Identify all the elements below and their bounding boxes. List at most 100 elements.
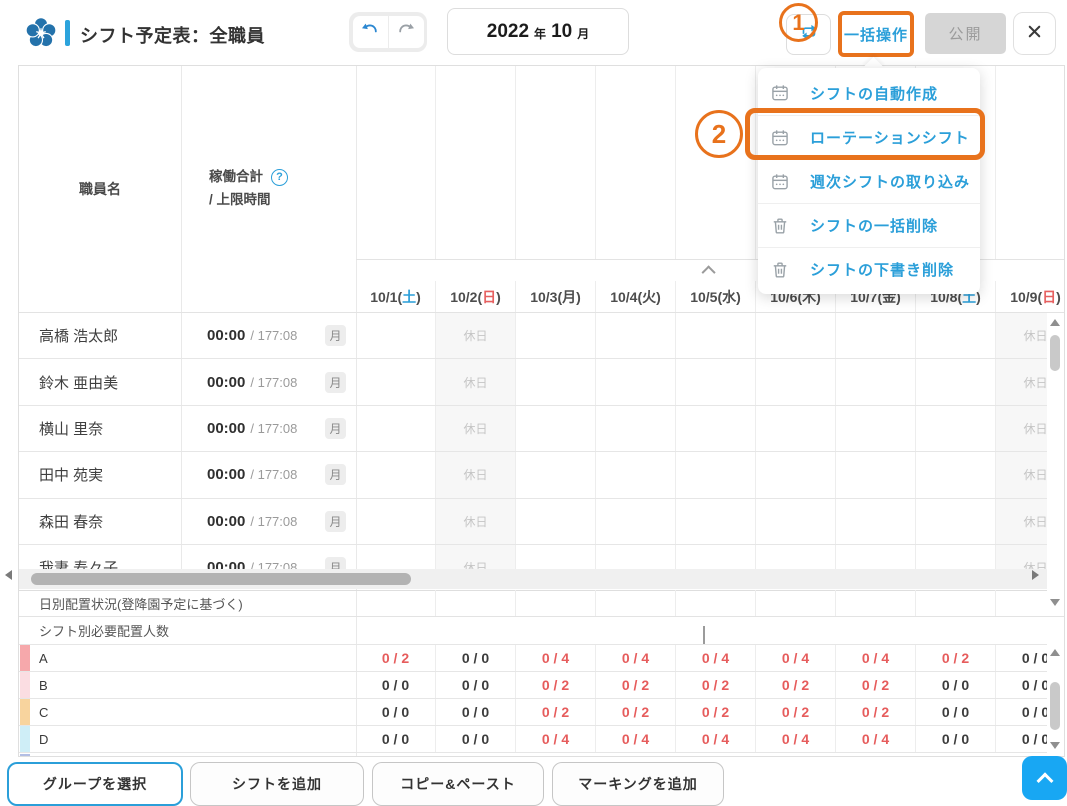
- shift-cell[interactable]: [516, 545, 596, 570]
- shift-cell[interactable]: [516, 499, 596, 544]
- shift-cell[interactable]: [596, 359, 676, 404]
- scroll-up-arrow[interactable]: [1050, 319, 1060, 326]
- scroll-down-arrow[interactable]: [1050, 599, 1060, 606]
- shift-cell[interactable]: [756, 406, 836, 451]
- shift-cell[interactable]: [516, 359, 596, 404]
- shift-cell[interactable]: [356, 545, 436, 570]
- staff-name: 高橋 浩太郎: [19, 313, 181, 358]
- shift-cell[interactable]: [916, 499, 996, 544]
- date-header-cell: 10/2(日): [436, 281, 516, 312]
- shift-cell[interactable]: [516, 313, 596, 358]
- shift-cell[interactable]: [836, 406, 916, 451]
- collapse-bottom-control[interactable]: [703, 626, 705, 644]
- daily-status-label: 日別配置状況(登降園予定に基づく): [19, 594, 243, 613]
- shift-cell[interactable]: [916, 545, 996, 570]
- help-icon[interactable]: ?: [271, 169, 288, 186]
- redo-button[interactable]: [389, 16, 424, 48]
- scroll-down-arrow[interactable]: [1050, 742, 1060, 749]
- shift-cell[interactable]: [676, 452, 756, 497]
- shift-cell[interactable]: [356, 313, 436, 358]
- shift-requirement-rows: A0 / 20 / 00 / 40 / 40 / 40 / 40 / 40 / …: [19, 644, 1064, 752]
- shift-cell[interactable]: [756, 545, 836, 570]
- shift-cell[interactable]: 休日: [436, 545, 516, 570]
- scroll-to-top-button[interactable]: [1022, 756, 1067, 800]
- required-staff-label: シフト別必要配置人数: [19, 621, 169, 640]
- shift-cell[interactable]: [916, 406, 996, 451]
- shift-cell[interactable]: [596, 499, 676, 544]
- date-header-cell: 10/3(月): [516, 281, 596, 312]
- tab-3[interactable]: コピー&ペースト: [372, 762, 544, 806]
- period-selector[interactable]: 2022 年 10 月: [447, 8, 629, 55]
- shift-cell[interactable]: [756, 499, 836, 544]
- shift-cell[interactable]: [356, 359, 436, 404]
- shift-cell[interactable]: [356, 406, 436, 451]
- empty-header-cell: [996, 66, 1065, 259]
- shift-cell[interactable]: [676, 545, 756, 570]
- staffing-value: 0 / 4: [516, 645, 596, 671]
- menu-item-5[interactable]: シフトの下書き削除: [758, 247, 980, 291]
- staff-total: 00:00/ 177:08月: [181, 359, 356, 404]
- scroll-left-arrow[interactable]: [5, 570, 12, 580]
- shift-cell[interactable]: [596, 313, 676, 358]
- shift-color-marker: [20, 726, 30, 752]
- menu-item-3[interactable]: 週次シフトの取り込み: [758, 159, 980, 203]
- shift-cell[interactable]: [596, 545, 676, 570]
- bottom-vertical-scrollbar[interactable]: [1047, 644, 1064, 756]
- shift-requirement-row: D0 / 00 / 00 / 40 / 40 / 40 / 40 / 40 / …: [19, 725, 1064, 752]
- shift-cell[interactable]: [676, 406, 756, 451]
- shift-cell[interactable]: [676, 359, 756, 404]
- shift-cell[interactable]: [836, 359, 916, 404]
- staff-row: 高橋 浩太郎00:00/ 177:08月休日休日: [19, 313, 1064, 359]
- shift-cell[interactable]: [356, 499, 436, 544]
- shift-cell[interactable]: [916, 313, 996, 358]
- shift-cell[interactable]: [836, 452, 916, 497]
- vertical-scrollbar-thumb[interactable]: [1050, 335, 1060, 371]
- close-button[interactable]: [1013, 12, 1056, 55]
- shift-cell[interactable]: 休日: [436, 313, 516, 358]
- shift-cell[interactable]: [516, 452, 596, 497]
- undo-button[interactable]: [353, 16, 388, 48]
- bulk-operation-button[interactable]: 一括操作: [838, 11, 914, 57]
- horizontal-scrollbar-thumb[interactable]: [31, 573, 411, 585]
- shift-cell[interactable]: [756, 359, 836, 404]
- shift-cell[interactable]: [756, 452, 836, 497]
- shift-type-label: D: [39, 732, 48, 747]
- shift-cell[interactable]: [836, 545, 916, 570]
- staffing-value: 0 / 0: [356, 726, 436, 752]
- shift-cell[interactable]: [916, 359, 996, 404]
- tab-1[interactable]: グループを選択: [7, 762, 183, 806]
- shift-cell[interactable]: 休日: [436, 452, 516, 497]
- vertical-scrollbar-thumb[interactable]: [1050, 682, 1060, 730]
- staff-vertical-scrollbar[interactable]: [1047, 313, 1064, 616]
- date-header-cell: 10/1(土): [356, 281, 436, 312]
- shift-cell[interactable]: [356, 452, 436, 497]
- scroll-right-arrow[interactable]: [1032, 570, 1039, 580]
- shift-cell[interactable]: [756, 313, 836, 358]
- shift-cell[interactable]: [596, 452, 676, 497]
- shift-cell[interactable]: [916, 452, 996, 497]
- staffing-value: 0 / 2: [756, 672, 836, 698]
- chevron-up-icon: [1036, 772, 1053, 789]
- shift-cell[interactable]: [516, 406, 596, 451]
- shift-cell[interactable]: [676, 313, 756, 358]
- publish-button[interactable]: 公開: [925, 13, 1006, 54]
- staff-row: 横山 里奈00:00/ 177:08月休日休日: [19, 406, 1064, 452]
- shift-cell[interactable]: [676, 499, 756, 544]
- tab-4[interactable]: マーキングを追加: [552, 762, 724, 806]
- scroll-up-arrow[interactable]: [1050, 649, 1060, 656]
- menu-item-label: シフトの下書き削除: [810, 259, 954, 280]
- shift-cell[interactable]: [596, 406, 676, 451]
- shift-cell[interactable]: 休日: [436, 406, 516, 451]
- shift-cell[interactable]: 休日: [436, 359, 516, 404]
- staffing-value: 0 / 4: [836, 645, 916, 671]
- staffing-value: 0 / 4: [596, 726, 676, 752]
- tab-2[interactable]: シフトを追加: [190, 762, 364, 806]
- staffing-value: 0 / 0: [436, 672, 516, 698]
- shift-cell[interactable]: 休日: [436, 499, 516, 544]
- menu-item-4[interactable]: シフトの一括削除: [758, 203, 980, 247]
- horizontal-scrollbar[interactable]: [19, 569, 1064, 589]
- staff-name: 森田 春奈: [19, 499, 181, 544]
- shift-cell[interactable]: [836, 499, 916, 544]
- staffing-value: 0 / 4: [676, 645, 756, 671]
- shift-cell[interactable]: [836, 313, 916, 358]
